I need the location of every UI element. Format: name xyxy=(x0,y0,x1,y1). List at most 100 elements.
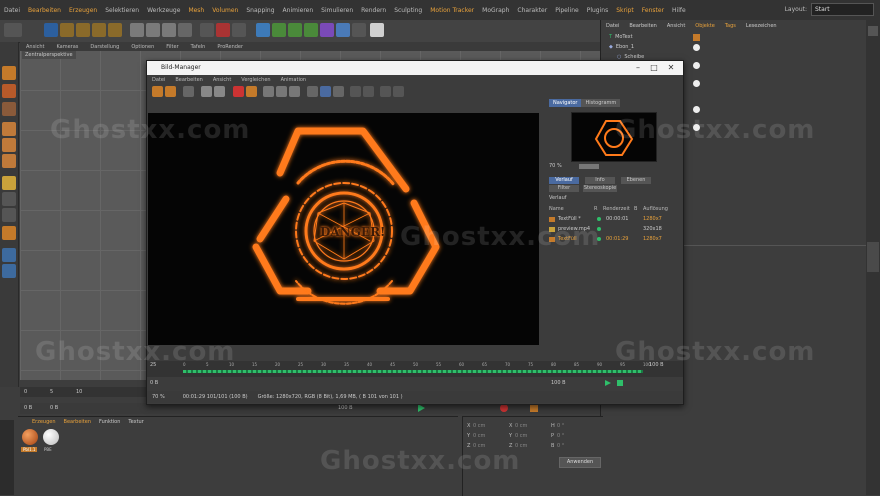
floor-icon[interactable] xyxy=(336,23,350,37)
menu-item[interactable]: Selektieren xyxy=(101,7,143,14)
select-icon[interactable] xyxy=(44,23,58,37)
tab-info[interactable]: Info xyxy=(585,177,615,184)
lock-icon[interactable] xyxy=(2,226,16,240)
compare-ab-icon[interactable] xyxy=(289,86,300,97)
compare-a-icon[interactable] xyxy=(263,86,274,97)
x-axis-icon[interactable] xyxy=(130,23,144,37)
tab-history[interactable]: Verlauf xyxy=(549,177,579,184)
menu-item[interactable]: Motion Tracker xyxy=(426,7,478,14)
material-swatch[interactable] xyxy=(43,429,59,445)
menu-item[interactable]: Bearbeiten xyxy=(24,7,65,14)
compare-b-icon[interactable] xyxy=(276,86,287,97)
material-menu-item[interactable]: Textur xyxy=(124,419,147,425)
object-row[interactable]: ◆ Ebon_1 xyxy=(609,44,634,50)
viewport-menu-item[interactable]: Tafeln xyxy=(185,44,212,50)
menu-item[interactable]: Volumen xyxy=(208,7,242,14)
minimize-icon[interactable]: – xyxy=(631,61,645,75)
menu-item[interactable]: Snapping xyxy=(242,7,278,14)
material-swatch[interactable] xyxy=(22,429,38,445)
tab-layers[interactable]: Ebenen xyxy=(621,177,651,184)
pen-icon[interactable] xyxy=(272,23,286,37)
coordinate-field[interactable]: 0 ° xyxy=(557,423,593,429)
polygons-mode-icon[interactable] xyxy=(2,154,16,168)
menu-item[interactable]: Sculpting xyxy=(390,7,426,14)
attribute-side-tab[interactable] xyxy=(867,242,879,272)
open-icon[interactable] xyxy=(152,86,163,97)
object-manager-menu-item[interactable]: Ansicht xyxy=(662,23,690,29)
tone-icon[interactable] xyxy=(393,86,404,97)
rotate-icon[interactable] xyxy=(92,23,106,37)
tab-stereo[interactable]: Stereoskopie xyxy=(583,185,617,192)
menu-item[interactable]: Rendern xyxy=(357,7,390,14)
grid-icon[interactable] xyxy=(2,248,16,262)
render-view-icon[interactable] xyxy=(200,23,214,37)
viewport-menu-item[interactable]: Optionen xyxy=(125,44,160,50)
coordinate-field[interactable]: 0 cm xyxy=(515,423,551,429)
coordinate-field[interactable]: 0 ° xyxy=(557,433,593,439)
end-frame-field[interactable]: 100 B xyxy=(338,405,353,411)
subdivision-icon[interactable] xyxy=(288,23,302,37)
points-mode-icon[interactable] xyxy=(2,122,16,136)
render-icon[interactable] xyxy=(216,23,230,37)
menu-item[interactable]: Fenster xyxy=(638,7,668,14)
window-menu-item[interactable]: Bearbeiten xyxy=(170,77,207,83)
keyframe-icon[interactable] xyxy=(530,404,538,412)
grid-icon[interactable] xyxy=(333,86,344,97)
menu-item[interactable]: Datei xyxy=(0,7,24,14)
view-mode-icon[interactable] xyxy=(307,86,318,97)
viewport-menu-item[interactable]: ProRender xyxy=(211,44,249,50)
play-icon[interactable] xyxy=(418,404,425,412)
coordinate-field[interactable]: 0 cm xyxy=(515,433,551,439)
viewport-menu-item[interactable]: Darstellung xyxy=(84,44,125,50)
menu-item[interactable]: Hilfe xyxy=(668,7,690,14)
camera-icon[interactable] xyxy=(352,23,366,37)
material-menu-item[interactable]: Funktion xyxy=(95,419,124,425)
stereo-icon[interactable] xyxy=(380,86,391,97)
scale-icon[interactable] xyxy=(76,23,90,37)
start-frame-field[interactable]: 0 B xyxy=(50,405,58,411)
rgb-icon[interactable] xyxy=(350,86,361,97)
deformer-icon[interactable] xyxy=(320,23,334,37)
menu-item[interactable]: Erzeugen xyxy=(65,7,101,14)
channel-icon[interactable] xyxy=(246,86,257,97)
edges-mode-icon[interactable] xyxy=(2,138,16,152)
menu-item[interactable]: Charakter xyxy=(513,7,551,14)
zoom-slider[interactable] xyxy=(579,164,599,169)
zoom-in-icon[interactable] xyxy=(201,86,212,97)
viewport-menu-item[interactable]: Filter xyxy=(160,44,184,50)
texture-mode-icon[interactable] xyxy=(2,84,16,98)
window-menu-item[interactable]: Datei xyxy=(147,77,170,83)
apply-button[interactable]: Anwenden xyxy=(559,457,601,468)
split-icon[interactable] xyxy=(320,86,331,97)
window-menu-item[interactable]: Ansicht xyxy=(208,77,236,83)
material-tag-icon[interactable] xyxy=(693,106,700,113)
coordinate-field[interactable]: 0 cm xyxy=(473,433,509,439)
coordinate-field[interactable]: 0 ° xyxy=(557,443,593,449)
coordinate-icon[interactable] xyxy=(178,23,192,37)
maximize-icon[interactable]: □ xyxy=(647,61,661,75)
workplane-icon[interactable] xyxy=(2,102,16,116)
layout-select[interactable]: Start xyxy=(811,3,874,16)
navigator-zoom[interactable]: 70 % xyxy=(549,163,562,169)
snap-icon[interactable] xyxy=(2,208,16,222)
material-tag-icon[interactable] xyxy=(693,44,700,51)
zoom-out-icon[interactable] xyxy=(214,86,225,97)
object-row[interactable]: T MoText xyxy=(609,34,633,40)
model-mode-icon[interactable] xyxy=(2,66,16,80)
viewport-menu-item[interactable]: Ansicht xyxy=(20,44,50,50)
move-icon[interactable] xyxy=(60,23,74,37)
end-frame-field[interactable]: 100 B xyxy=(551,380,566,386)
menu-item[interactable]: Plugins xyxy=(583,7,613,14)
maximize-icon[interactable] xyxy=(868,26,878,36)
current-frame-field[interactable]: 0 B xyxy=(24,405,32,411)
menu-item[interactable]: MoGraph xyxy=(478,7,513,14)
menu-item[interactable]: Animieren xyxy=(279,7,318,14)
undo-icon[interactable] xyxy=(4,23,22,37)
axis-mode-icon[interactable] xyxy=(2,176,16,190)
tab-filter[interactable]: Filter xyxy=(549,185,579,192)
material-tag-icon[interactable] xyxy=(693,34,700,41)
object-manager-menu-item[interactable]: Lesezeichen xyxy=(741,23,782,29)
tab-histogram[interactable]: Histogramm xyxy=(581,99,621,107)
tab-navigator[interactable]: Navigator xyxy=(549,99,582,107)
z-axis-icon[interactable] xyxy=(162,23,176,37)
